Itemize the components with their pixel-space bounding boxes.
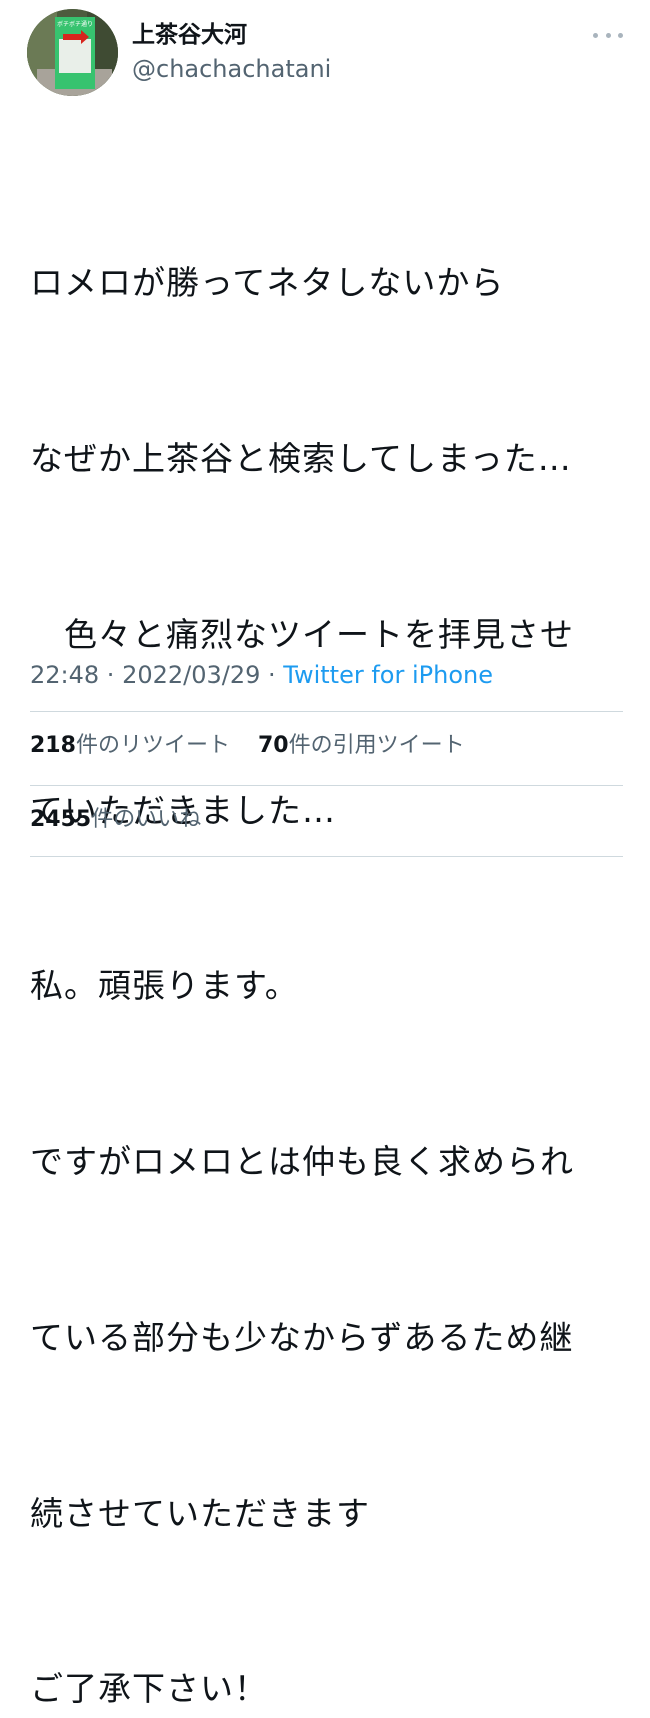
more-horizontal-icon-dot (618, 32, 623, 38)
meta-separator: · (99, 661, 123, 689)
avatar[interactable]: ボチボチ通り (27, 9, 118, 96)
quotes-count: 70 (257, 733, 289, 758)
more-horizontal-icon-dot (593, 32, 598, 38)
divider (30, 711, 623, 712)
tweet-text: ロメロが勝ってネタしないから なぜか上茶谷と検索してしまった… 色々と痛烈なツイ… (30, 137, 640, 1718)
author-display-name[interactable]: 上茶谷大河 (132, 20, 247, 50)
stats-row: 218件のリツイート 70件の引用ツイート (30, 731, 465, 761)
likes-stat[interactable]: 2455件のいいね (30, 805, 201, 835)
tweet-line: ご了承下さい！ (30, 1669, 268, 1709)
avatar-sign-text: ボチボチ通り (57, 20, 93, 28)
likes-label: 件のいいね (91, 807, 202, 832)
tweet-line: ですがロメロとは仲も良く求められ (30, 1142, 574, 1182)
divider (30, 856, 623, 857)
more-horizontal-icon-dot (605, 32, 611, 38)
meta-separator: · (260, 661, 284, 689)
more-options-button[interactable] (593, 28, 623, 42)
tweet-source-link[interactable]: Twitter for iPhone (283, 661, 493, 689)
author-handle[interactable]: @chachachatani (132, 54, 331, 84)
tweet-line: 色々と痛烈なツイートを拝見させ (30, 614, 574, 654)
retweets-count: 218 (30, 733, 76, 758)
tweet-line: ロメロが勝ってネタしないから (30, 263, 505, 303)
likes-count: 2455 (30, 807, 92, 832)
tweet-line: 私。頑張ります。 (30, 966, 299, 1006)
divider (30, 785, 623, 786)
tweet-line: ている部分も少なからずあるため継 (30, 1317, 574, 1357)
quotes-label: 件の引用ツイート (288, 733, 465, 758)
avatar-image: ボチボチ通り (27, 9, 118, 96)
tweet-meta: 22:48 · 2022/03/29 · Twitter for iPhone (30, 659, 493, 691)
tweet-time[interactable]: 22:48 (30, 661, 99, 689)
quotes-stat[interactable]: 70件の引用ツイート (258, 733, 465, 758)
tweet-date[interactable]: 2022/03/29 (122, 661, 260, 689)
retweets-stat[interactable]: 218件のリツイート (30, 733, 230, 758)
tweet-line: 続させていただきます (30, 1493, 370, 1533)
retweets-label: 件のリツイート (75, 733, 230, 758)
tweet-line: なぜか上茶谷と検索してしまった… (30, 438, 572, 478)
